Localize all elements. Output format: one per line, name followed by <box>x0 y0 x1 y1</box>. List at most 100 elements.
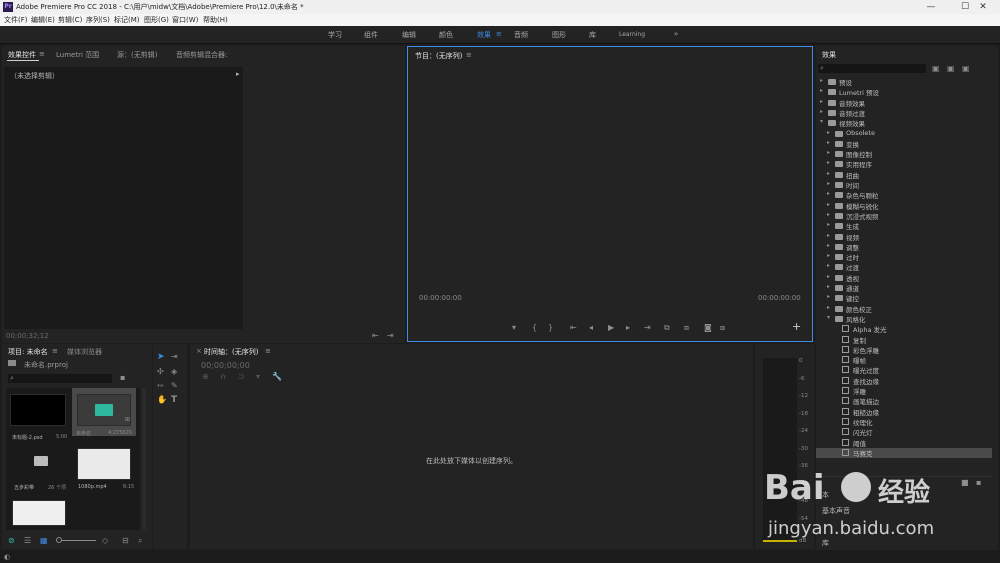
chevron-right-icon[interactable]: ▸ <box>827 273 830 280</box>
effect-folder[interactable]: ▸ 实用程序 <box>816 159 992 169</box>
new-bin-icon[interactable]: ■ <box>961 479 969 487</box>
export-icon[interactable]: ⇥ <box>387 332 394 340</box>
minimize-button[interactable]: — <box>914 0 948 14</box>
chevron-right-icon[interactable]: ▸ <box>827 232 830 239</box>
ripple-edit-tool-icon[interactable]: ✣ <box>157 368 164 376</box>
panel-menu-icon[interactable]: ≡ <box>52 347 58 355</box>
workspace-learn[interactable]: 学习 <box>328 30 342 40</box>
effect-folder[interactable]: ▾ 视频效果 <box>816 118 992 128</box>
lock-icon[interactable]: ⊚ <box>8 537 15 545</box>
workspace-effects[interactable]: 效果 <box>477 30 491 40</box>
effect-item[interactable]: 曝光过度 <box>816 365 992 375</box>
timeline-settings-icon[interactable]: 🔧 <box>272 373 282 381</box>
effect-folder[interactable]: ▸ 图像控制 <box>816 149 992 159</box>
chevron-right-icon[interactable]: ▸ <box>820 108 823 115</box>
chevron-right-icon[interactable]: ▸ <box>827 304 830 311</box>
effect-item[interactable]: 查找边缘 <box>816 376 992 386</box>
effect-folder[interactable]: ▸ 透视 <box>816 273 992 283</box>
project-scrollbar[interactable] <box>142 388 146 530</box>
chevron-right-icon[interactable]: ▸ <box>827 129 830 136</box>
add-marker-icon[interactable]: ▾ <box>512 324 516 332</box>
sort-icon[interactable]: ◇ <box>102 537 108 545</box>
chevron-right-icon[interactable]: ▸ <box>827 159 830 166</box>
chevron-right-icon[interactable]: ▸ <box>827 149 830 156</box>
timeline-drop-area[interactable]: 在此处放下媒体以创建序列。 <box>190 382 740 544</box>
selection-tool-icon[interactable]: ➤ <box>157 353 165 362</box>
menu-sequence[interactable]: 序列(S) <box>86 15 110 25</box>
chevron-right-icon[interactable]: ▸ <box>820 77 823 84</box>
chevron-down-icon[interactable]: ▾ <box>827 314 830 321</box>
hand-tool-icon[interactable]: ✋ <box>157 396 167 404</box>
workspace-audio[interactable]: 音频 <box>514 30 528 40</box>
effect-item[interactable]: 彩色浮雕 <box>816 345 992 355</box>
automate-icon[interactable]: ⊟ <box>122 537 129 545</box>
track-select-tool-icon[interactable]: ⇥ <box>171 353 178 361</box>
effect-folder[interactable]: ▸ 时间 <box>816 180 992 190</box>
list-view-icon[interactable]: ☰ <box>24 537 31 545</box>
chevron-right-icon[interactable]: ▸ <box>827 139 830 146</box>
mark-out-icon[interactable]: } <box>548 324 553 332</box>
program-video-area[interactable] <box>408 61 812 291</box>
thumbnail-psd[interactable] <box>10 394 66 426</box>
effect-item[interactable]: 纹理化 <box>816 417 992 427</box>
workspace-editing[interactable]: 编辑 <box>402 30 416 40</box>
effect-item[interactable]: 曝帧 <box>816 355 992 365</box>
effect-folder[interactable]: ▸ 扭曲 <box>816 170 992 180</box>
effect-folder[interactable]: ▸ 通道 <box>816 283 992 293</box>
overwrite-icon[interactable]: ⧈ <box>684 324 689 332</box>
effect-item[interactable]: 浮雕 <box>816 386 992 396</box>
thumbnail-audio[interactable] <box>77 394 131 426</box>
close-button[interactable]: ✕ <box>966 0 1000 14</box>
chevron-right-icon[interactable]: ▸ <box>827 252 830 259</box>
panel-menu-icon[interactable]: ≡ <box>265 347 271 355</box>
accelerated-effects-icon[interactable]: ▣ <box>932 65 940 73</box>
menu-file[interactable]: 文件(F) <box>4 15 28 25</box>
effect-item[interactable]: 复制 <box>816 335 992 345</box>
go-to-out-icon[interactable]: ⇥ <box>644 324 651 332</box>
effect-folder[interactable]: ▸ 键控 <box>816 293 992 303</box>
chevron-right-icon[interactable]: ▸ <box>827 201 830 208</box>
export-frame-icon[interactable]: ◙ <box>704 324 712 332</box>
chevron-right-icon[interactable]: ▸ <box>827 180 830 187</box>
tab-media-browser[interactable]: 媒体浏览器 <box>67 347 102 357</box>
chevron-right-icon[interactable]: ▸ <box>827 211 830 218</box>
effect-folder[interactable]: ▸ 变换 <box>816 139 992 149</box>
tab-effect-controls[interactable]: 效果控件 <box>8 50 36 60</box>
linked-selection-icon[interactable]: ⊃ <box>238 373 245 381</box>
menu-graphics[interactable]: 图形(G) <box>144 15 169 25</box>
effect-item[interactable]: 粗糙边缘 <box>816 407 992 417</box>
chevron-right-icon[interactable]: ▸ <box>827 170 830 177</box>
chevron-right-icon[interactable]: ▸ <box>820 87 823 94</box>
effects-search-input[interactable]: ⌕ <box>818 64 926 73</box>
effect-folder[interactable]: ▸ 颜色校正 <box>816 304 992 314</box>
workspaces-more-button[interactable]: » <box>674 30 678 38</box>
chevron-right-icon[interactable]: ▸ <box>827 190 830 197</box>
timeline-timecode[interactable]: 00;00;00;00 <box>201 361 250 370</box>
chevron-right-icon[interactable]: ▸ <box>827 293 830 300</box>
32bit-effects-icon[interactable]: ▣ <box>947 65 955 73</box>
effect-folder[interactable]: ▾ 风格化 <box>816 314 992 324</box>
chevron-right-icon[interactable]: ▸ <box>820 98 823 105</box>
tab-audio-clip-mixer[interactable]: 音频剪辑混合器: <box>176 50 227 60</box>
button-editor-plus-icon[interactable]: + <box>792 321 801 332</box>
effect-controls-timecode[interactable]: 00;00;32;12 <box>6 332 49 340</box>
effect-folder[interactable]: ▸ 过渡 <box>816 262 992 272</box>
effect-folder[interactable]: ▸ 过时 <box>816 252 992 262</box>
playhead-timecode[interactable]: 00:00:00:00 <box>419 294 462 302</box>
effect-item[interactable]: 闪光灯 <box>816 427 992 437</box>
effect-folder[interactable]: ▸ 模糊与锐化 <box>816 201 992 211</box>
insert-icon[interactable]: ⧉ <box>664 324 670 332</box>
effect-item[interactable]: 阈值 <box>816 438 992 448</box>
menu-window[interactable]: 窗口(W) <box>172 15 198 25</box>
workspace-learning[interactable]: Learning <box>619 31 645 38</box>
yuv-effects-icon[interactable]: ▣ <box>962 65 970 73</box>
effect-item[interactable]: 马赛克 <box>816 447 992 458</box>
thumbnail-video[interactable] <box>12 500 66 526</box>
go-to-in-icon[interactable]: ⇤ <box>570 324 577 332</box>
menu-help[interactable]: 帮助(H) <box>203 15 228 25</box>
icon-view-icon[interactable]: ▦ <box>40 537 48 545</box>
zoom-slider[interactable] <box>56 537 96 543</box>
workspace-menu-icon[interactable]: ≡ <box>496 30 502 38</box>
menu-clip[interactable]: 剪辑(C) <box>58 15 82 25</box>
comparison-view-icon[interactable]: ⧇ <box>720 324 725 332</box>
